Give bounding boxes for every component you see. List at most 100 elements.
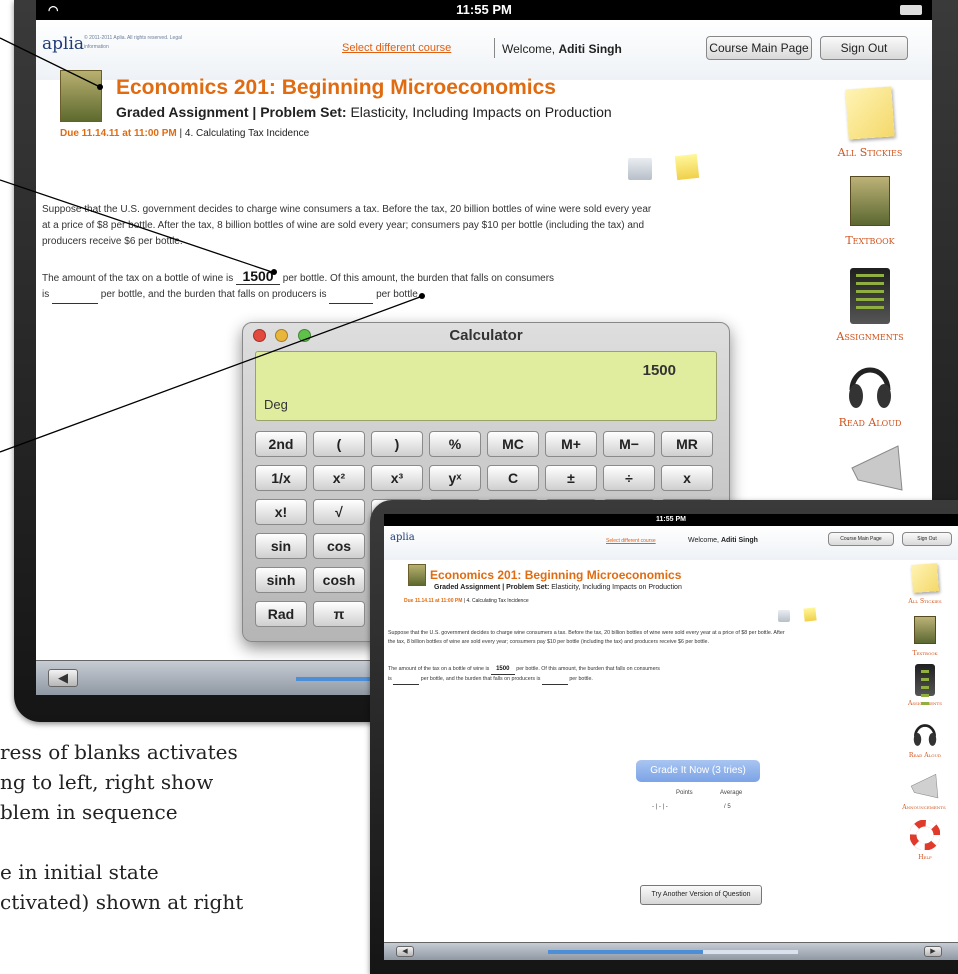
calc-key[interactable]: sin bbox=[255, 533, 307, 559]
calc-key[interactable]: x³ bbox=[371, 465, 423, 491]
course-main-page-button[interactable]: Course Main Page bbox=[706, 36, 812, 60]
calc-key[interactable]: ± bbox=[545, 465, 597, 491]
sidebar-item-label: Textbook bbox=[912, 650, 938, 657]
grade-it-now-button[interactable]: Grade It Now (3 tries) bbox=[636, 760, 760, 782]
back-arrow-icon[interactable]: ◀ bbox=[396, 946, 414, 957]
question-text: The amount of the tax on a bottle of win… bbox=[42, 268, 672, 304]
tax-answer-field[interactable]: 1500 bbox=[236, 268, 281, 285]
calc-key[interactable]: ) bbox=[371, 431, 423, 457]
sidebar-item-label: All Stickies bbox=[837, 146, 903, 159]
assignment-label: Graded Assignment | Problem Set: bbox=[434, 584, 550, 591]
display-value: 1500 bbox=[642, 362, 676, 379]
calc-key[interactable]: MC bbox=[487, 431, 539, 457]
calc-key[interactable]: % bbox=[429, 431, 481, 457]
calc-key[interactable]: x bbox=[661, 465, 713, 491]
question-part-4: per bottle, and the burden that falls on… bbox=[100, 289, 327, 300]
producer-burden-field[interactable] bbox=[541, 675, 568, 685]
question-part-4: per bottle, and the burden that falls on… bbox=[420, 676, 541, 682]
section-title: 4. Calculating Tax Incidence bbox=[184, 128, 310, 139]
sidebar-item-all-stickies[interactable]: All Stickies bbox=[898, 563, 952, 605]
sidebar-item-label: Assignments bbox=[836, 330, 904, 343]
select-course-link[interactable]: Select different course bbox=[606, 538, 656, 544]
calc-key[interactable]: ( bbox=[313, 431, 365, 457]
points-label: Points bbox=[676, 790, 693, 796]
user-name: Aditi Singh bbox=[720, 537, 758, 544]
sidebar-item-all-stickies[interactable]: All Stickies bbox=[820, 86, 920, 159]
sidebar-item-label: Read Aloud bbox=[908, 752, 942, 759]
question-part-5: per bottle. bbox=[569, 676, 593, 682]
progress-bar bbox=[548, 950, 798, 954]
calc-key[interactable]: ÷ bbox=[603, 465, 655, 491]
due-line: Due 11.14.11 at 11:00 PM | 4. Calculatin… bbox=[404, 598, 529, 604]
sidebar-item-assignments[interactable]: Assignments bbox=[898, 664, 952, 707]
sidebar-item-assignments[interactable]: Assignments bbox=[820, 268, 920, 343]
sticky-note-icon[interactable] bbox=[803, 607, 817, 622]
consumer-burden-field[interactable] bbox=[52, 287, 99, 304]
sidebar-item-label: Textbook bbox=[845, 234, 895, 247]
laptop-icon[interactable] bbox=[778, 610, 790, 622]
app-header-small: aplia Select different course Welcome, A… bbox=[384, 526, 958, 560]
sidebar-item-help[interactable]: Help bbox=[898, 819, 952, 861]
status-bar-small: 11:55 PM bbox=[384, 514, 958, 526]
app-header: aplia © 2011-2011 Aplia. All rights rese… bbox=[36, 20, 932, 80]
calculator-display: 1500 Deg bbox=[255, 351, 717, 421]
course-main-page-button[interactable]: Course Main Page bbox=[828, 532, 894, 546]
calc-key[interactable]: MR bbox=[661, 431, 713, 457]
assignments-icon bbox=[850, 268, 890, 324]
assignments-icon bbox=[915, 664, 935, 696]
status-time: 11:55 PM bbox=[656, 516, 686, 523]
calc-key[interactable]: 1/x bbox=[255, 465, 307, 491]
calc-key[interactable]: yˣ bbox=[429, 465, 481, 491]
question-part-3: is bbox=[42, 289, 50, 300]
calc-key[interactable]: Rad bbox=[255, 601, 307, 627]
calc-key[interactable]: cosh bbox=[313, 567, 365, 593]
sidebar-item-announcements[interactable]: Announcements bbox=[890, 770, 958, 811]
calc-key[interactable]: √ bbox=[313, 499, 365, 525]
calc-key[interactable]: C bbox=[487, 465, 539, 491]
question-part-3: is bbox=[388, 676, 392, 682]
status-time: 11:55 PM bbox=[456, 2, 512, 17]
calc-key[interactable]: cos bbox=[313, 533, 365, 559]
second-ipad-frame: 11:55 PM aplia Select different course W… bbox=[370, 500, 958, 974]
calc-key[interactable]: M+ bbox=[545, 431, 597, 457]
consumer-burden-field[interactable] bbox=[393, 675, 420, 685]
try-another-version-button[interactable]: Try Another Version of Question bbox=[640, 885, 762, 905]
caption-line-4: e in initial state bbox=[0, 860, 159, 884]
sign-out-button[interactable]: Sign Out bbox=[902, 532, 952, 546]
sidebar-item-label: Assignments bbox=[908, 700, 942, 707]
select-course-link[interactable]: Select different course bbox=[342, 42, 451, 54]
bottom-toolbar: ◀ ▶ bbox=[384, 942, 958, 960]
back-arrow-icon[interactable]: ◀ bbox=[48, 669, 78, 687]
calc-key[interactable]: M− bbox=[603, 431, 655, 457]
sticky-note-icon[interactable] bbox=[674, 153, 700, 181]
tax-answer-field[interactable]: 1500 bbox=[490, 665, 515, 675]
megaphone-icon bbox=[848, 438, 904, 494]
calc-key[interactable]: 2nd bbox=[255, 431, 307, 457]
legal-text: © 2011-2011 Aplia. All rights reserved. … bbox=[84, 35, 183, 50]
course-title: Economics 201: Beginning Microeconomics bbox=[116, 76, 556, 99]
sidebar-item-label: Read Aloud bbox=[838, 416, 902, 429]
sidebar-item-label: All Stickies bbox=[908, 598, 942, 605]
calc-key[interactable]: sinh bbox=[255, 567, 307, 593]
megaphone-icon bbox=[908, 770, 940, 800]
forward-arrow-icon[interactable]: ▶ bbox=[924, 946, 942, 957]
assignment-label: Graded Assignment | Problem Set: bbox=[116, 104, 347, 120]
header-divider bbox=[494, 38, 495, 58]
user-name: Aditi Singh bbox=[558, 42, 622, 56]
sidebar-item-textbook[interactable]: Textbook bbox=[820, 176, 920, 247]
calc-key[interactable]: x! bbox=[255, 499, 307, 525]
calc-key[interactable]: π bbox=[313, 601, 365, 627]
sidebar-item-textbook[interactable]: Textbook bbox=[898, 616, 952, 657]
producer-burden-field[interactable] bbox=[329, 287, 374, 304]
sticky-note-icon bbox=[911, 563, 939, 593]
caption-line-1: ress of blanks activates bbox=[0, 740, 238, 764]
sign-out-button[interactable]: Sign Out bbox=[820, 36, 908, 60]
sidebar-item-read-aloud[interactable]: Read Aloud bbox=[898, 718, 952, 759]
average-value: / 5 bbox=[724, 804, 731, 810]
caption-line-2: ng to left, right show bbox=[0, 770, 214, 794]
sidebar-item-read-aloud[interactable]: Read Aloud bbox=[820, 356, 920, 429]
laptop-icon[interactable] bbox=[628, 158, 652, 180]
calc-key[interactable]: x² bbox=[313, 465, 365, 491]
angle-mode: Deg bbox=[264, 397, 288, 412]
textbook-icon bbox=[850, 176, 890, 226]
